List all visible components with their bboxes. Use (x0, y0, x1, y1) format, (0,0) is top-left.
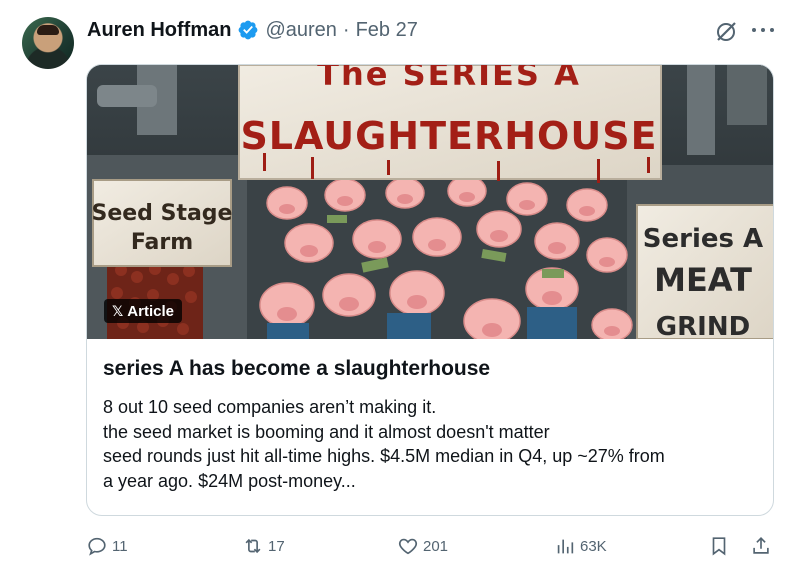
like-count: 201 (423, 537, 449, 555)
x-logo-icon: 𝕏 (112, 302, 124, 319)
svg-text:GRIND: GRIND (656, 312, 750, 339)
separator-dot: · (342, 18, 350, 41)
author-handle[interactable]: @auren (265, 19, 336, 42)
views-count: 63K (580, 537, 607, 555)
share-button[interactable] (750, 533, 772, 559)
like-button[interactable]: 201 (397, 533, 448, 559)
author-name[interactable]: Auren Hoffman (87, 19, 231, 42)
article-description: 8 out 10 seed companies aren’t making it… (103, 395, 763, 493)
tweet-date[interactable]: Feb 27 (356, 19, 418, 42)
svg-text:MEAT: MEAT (654, 261, 752, 299)
views-button[interactable]: 63K (554, 533, 607, 559)
svg-text:Series A: Series A (643, 224, 763, 254)
article-badge-label: Article (127, 302, 174, 320)
repost-count: 17 (268, 537, 285, 555)
action-bar: 11 17 201 63K (0, 533, 795, 559)
repost-icon (245, 538, 261, 554)
reply-icon (88, 537, 106, 556)
svg-text:Seed Stage: Seed Stage (92, 201, 233, 226)
bookmark-icon (712, 537, 726, 556)
description-line: a year ago. $24M post-money... (103, 470, 356, 491)
article-image[interactable]: The SERIES A SLAUGHTERHOUSE Seed Stage F… (87, 65, 773, 339)
svg-text:SLAUGHTERHOUSE: SLAUGHTERHOUSE (240, 114, 657, 158)
avatar[interactable] (22, 17, 74, 69)
article-badge: 𝕏 Article (104, 299, 182, 323)
more-icon[interactable] (752, 28, 774, 36)
reply-count: 11 (112, 537, 128, 555)
grok-icon[interactable] (714, 20, 738, 44)
reply-button[interactable]: 11 (86, 533, 128, 559)
like-icon (398, 538, 418, 555)
verified-badge-icon (239, 20, 258, 40)
description-line: seed rounds just hit all-time highs. $4.… (103, 446, 665, 466)
views-icon (557, 539, 574, 554)
share-icon (753, 537, 769, 554)
description-line: 8 out 10 seed companies aren’t making it… (103, 397, 437, 417)
repost-button[interactable]: 17 (242, 533, 285, 559)
bookmark-button[interactable] (708, 533, 730, 559)
tweet-header: Auren Hoffman @auren · Feb 27 (87, 16, 418, 44)
article-illustration: The SERIES A SLAUGHTERHOUSE Seed Stage F… (87, 65, 773, 339)
article-title[interactable]: series A has become a slaughterhouse (103, 357, 490, 381)
svg-text:The SERIES A: The SERIES A (317, 65, 581, 93)
svg-text:Farm: Farm (131, 230, 193, 255)
description-line: the seed market is booming and it almost… (103, 421, 550, 442)
article-card[interactable]: The SERIES A SLAUGHTERHOUSE Seed Stage F… (86, 64, 774, 516)
